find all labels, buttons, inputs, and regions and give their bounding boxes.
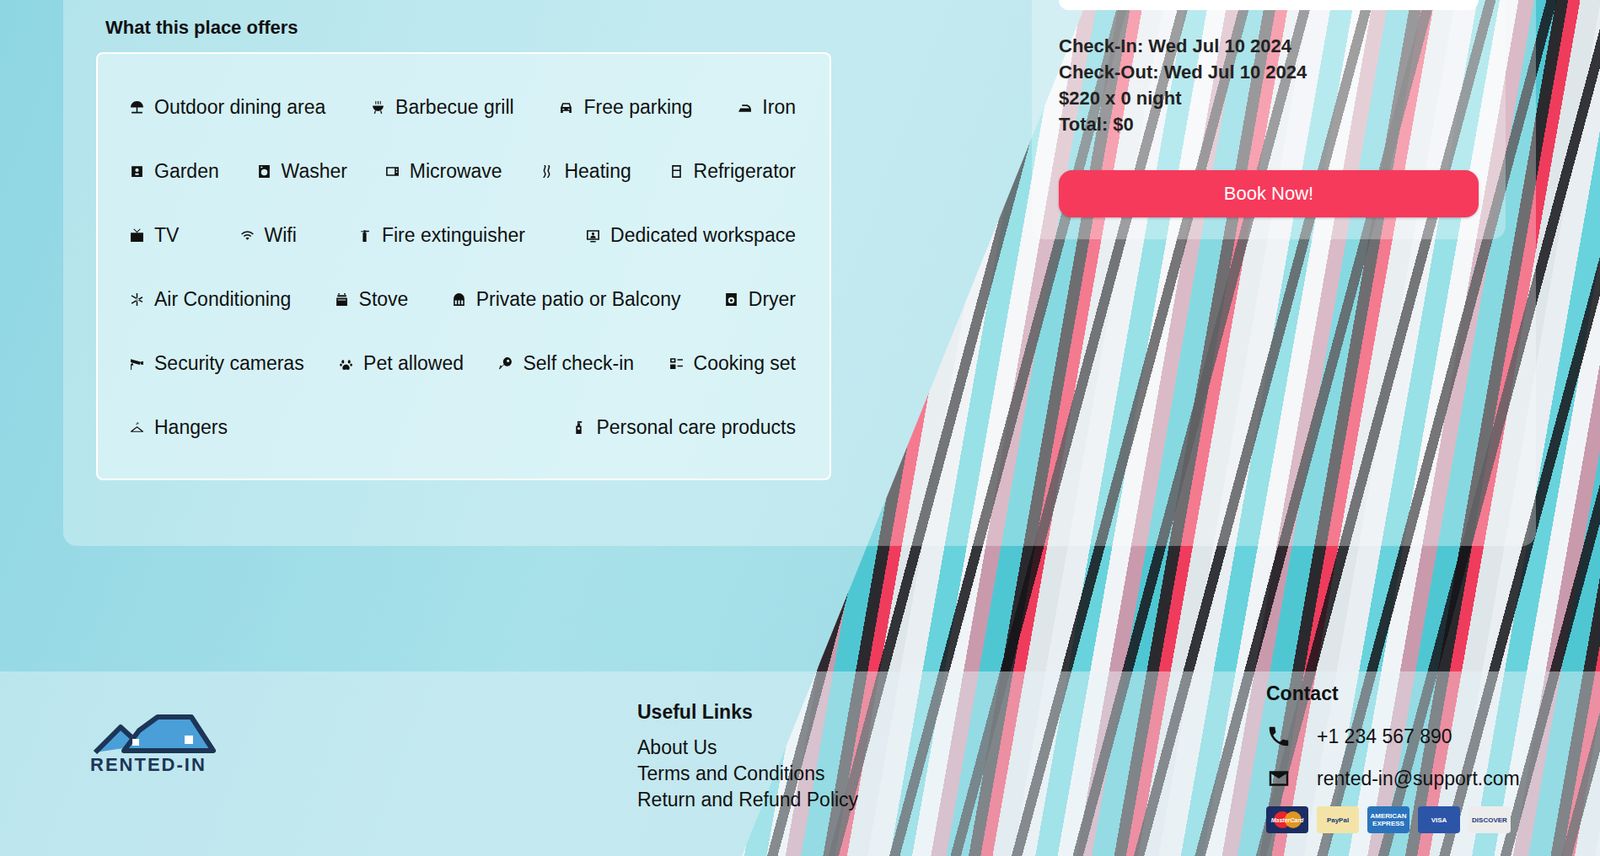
amenity-item: Cooking set [669, 352, 796, 376]
email-row[interactable]: rented-in@support.com [1266, 757, 1600, 800]
amenities-row: Outdoor dining area Barbecue grill Free … [129, 75, 796, 140]
amenity-item: Microwave [385, 160, 503, 183]
payment-card: PayPal [1316, 806, 1359, 834]
amenities-row: Security cameras Pet allowed Self check-… [129, 331, 796, 396]
amenity-icon [338, 356, 354, 371]
footer-link[interactable]: About Us [637, 735, 1267, 762]
links-title: Useful Links [637, 700, 1267, 725]
check-out: Check-Out: Wed Jul 10 2024 [1058, 59, 1479, 86]
footer-link[interactable]: Terms and Conditions [637, 761, 1267, 788]
date-field[interactable] [1058, 0, 1479, 11]
amenity-icon [129, 420, 145, 435]
check-in: Check-In: Wed Jul 10 2024 [1058, 32, 1479, 60]
amenities-row: Hangers Personal care products [129, 395, 796, 460]
footer: RENTED-IN Useful Links About UsTerms and… [0, 671, 1600, 856]
logo-text: RENTED-IN [90, 754, 207, 777]
logo[interactable]: RENTED-IN [90, 671, 219, 856]
amenity-icon [129, 100, 145, 115]
amenity-item: Dedicated workspace [585, 224, 796, 247]
contact-title: Contact [1266, 681, 1600, 706]
contact: Contact +1 234 567 890 rented-in@support… [1266, 671, 1600, 856]
amenities-box: Outdoor dining area Barbecue grill Free … [96, 52, 832, 481]
amenity-icon [669, 356, 684, 371]
listing-card: What this place offers Outdoor dining ar… [63, 0, 1536, 547]
mail-icon [1266, 766, 1292, 792]
amenity-item: Barbecue grill [370, 96, 515, 119]
amenity-icon [451, 292, 467, 307]
amenities-row: TV Wifi Fire extinguisher Dedicated work… [129, 203, 796, 268]
amenity-icon [737, 100, 752, 115]
price-line: $220 x 0 night [1058, 85, 1479, 112]
amenity-item: Security cameras [129, 352, 305, 376]
amenity-item: Dryer [724, 288, 796, 312]
amenity-icon [240, 228, 255, 243]
house-logo-icon [90, 714, 217, 755]
amenity-icon [669, 164, 684, 179]
amenity-item: Private patio or Balcony [451, 288, 682, 312]
total: Total: $0 [1058, 111, 1479, 138]
amenities-row: Air Conditioning Stove Private patio or … [129, 267, 796, 332]
amenity-item: Outdoor dining area [129, 96, 326, 119]
amenity-item: Stove [334, 288, 409, 312]
amenity-item: Wifi [240, 224, 297, 247]
amenity-item: Garden [129, 160, 220, 183]
amenity-icon [129, 356, 145, 371]
payment-card: VISA [1417, 806, 1461, 834]
amenity-icon [585, 228, 601, 243]
book-button[interactable]: Book Now! [1058, 170, 1479, 218]
amenities-row: Garden Washer Microwave Heating Refriger… [129, 139, 796, 204]
amenity-icon [558, 100, 574, 115]
amenity-item: Refrigerator [669, 160, 796, 183]
amenity-item: Fire extinguisher [357, 224, 526, 247]
amenity-icon [129, 164, 145, 179]
amenity-item: Pet allowed [338, 352, 464, 376]
payment-card: MasterCard [1266, 806, 1309, 834]
amenity-item: Air Conditioning [129, 288, 291, 312]
amenity-icon [385, 164, 400, 179]
amenity-icon [571, 420, 586, 435]
payment-methods: MasterCard PayPal AMERICAN EXPRESS VISA … [1266, 806, 1600, 834]
footer-link[interactable]: Return and Refund Policy [637, 787, 1267, 814]
amenity-item: Self check-in [498, 352, 634, 376]
amenity-item: Heating [539, 160, 631, 183]
amenity-item: Personal care products [571, 416, 796, 440]
amenity-icon [357, 228, 372, 243]
phone-icon [1266, 724, 1292, 750]
amenity-icon [539, 164, 554, 179]
amenity-icon [724, 292, 739, 307]
page: What this place offers Outdoor dining ar… [0, 0, 1600, 856]
amenity-item: Free parking [558, 96, 693, 119]
phone-row[interactable]: +1 234 567 890 [1266, 715, 1600, 758]
amenity-icon [370, 100, 386, 115]
amenities-title: What this place offers [105, 16, 832, 40]
amenity-icon [257, 164, 272, 179]
amenity-icon [129, 292, 145, 307]
booking-card: Check-In: Wed Jul 10 2024 Check-Out: Wed… [1031, 0, 1506, 240]
amenity-icon [129, 228, 145, 243]
payment-card: AMERICAN EXPRESS [1367, 806, 1410, 834]
payment-card: DISCOVER [1468, 806, 1511, 834]
amenity-item: TV [129, 224, 179, 247]
useful-links: Useful Links About UsTerms and Condition… [637, 671, 1267, 856]
amenity-item: Washer [257, 160, 348, 183]
amenity-item: Iron [737, 96, 796, 119]
amenity-icon [334, 292, 349, 307]
amenities-section: What this place offers Outdoor dining ar… [96, 16, 832, 481]
amenity-icon [498, 356, 513, 371]
amenity-item: Hangers [129, 416, 228, 440]
booking-summary: Check-In: Wed Jul 10 2024 Check-Out: Wed… [1058, 32, 1479, 138]
